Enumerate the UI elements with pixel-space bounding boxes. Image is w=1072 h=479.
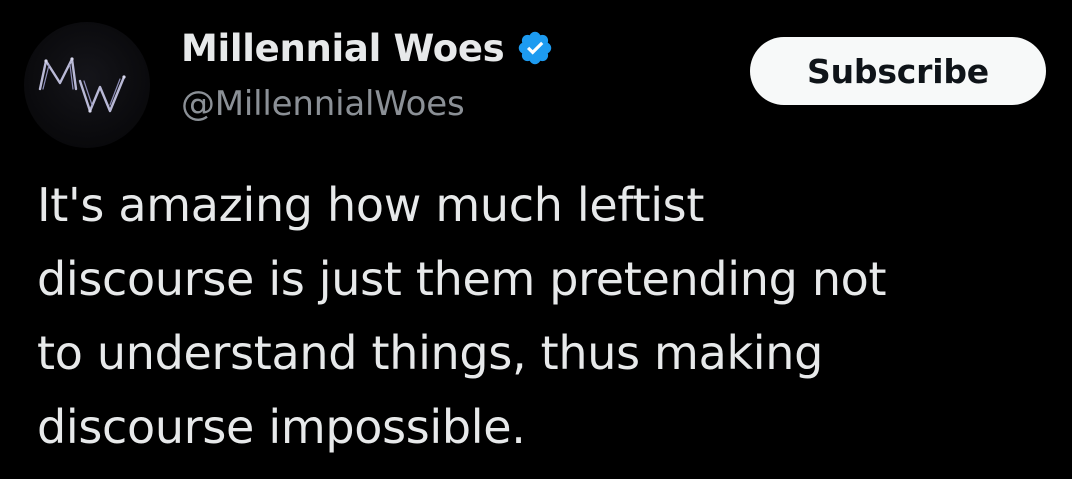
tweet-text-line: discourse is just them pretending not: [37, 252, 887, 306]
mw-monogram-icon: [38, 57, 126, 113]
author-name-row: Millennial Woes: [181, 22, 554, 74]
subscribe-button[interactable]: Subscribe: [750, 37, 1046, 105]
avatar[interactable]: [24, 22, 150, 148]
tweet-text-line: It's amazing how much leftist: [37, 178, 705, 232]
tweet-text-line: discourse impossible.: [37, 400, 526, 454]
author-handle[interactable]: @MillennialWoes: [181, 84, 465, 124]
tweet-card: Millennial Woes @MillennialWoes Subscrib…: [0, 0, 1072, 479]
author-display-name[interactable]: Millennial Woes: [181, 27, 505, 70]
tweet-text: It's amazing how much leftist discourse …: [37, 168, 1047, 464]
tweet-text-line: to understand things, thus making: [37, 326, 824, 380]
verified-badge-icon[interactable]: [516, 29, 554, 67]
